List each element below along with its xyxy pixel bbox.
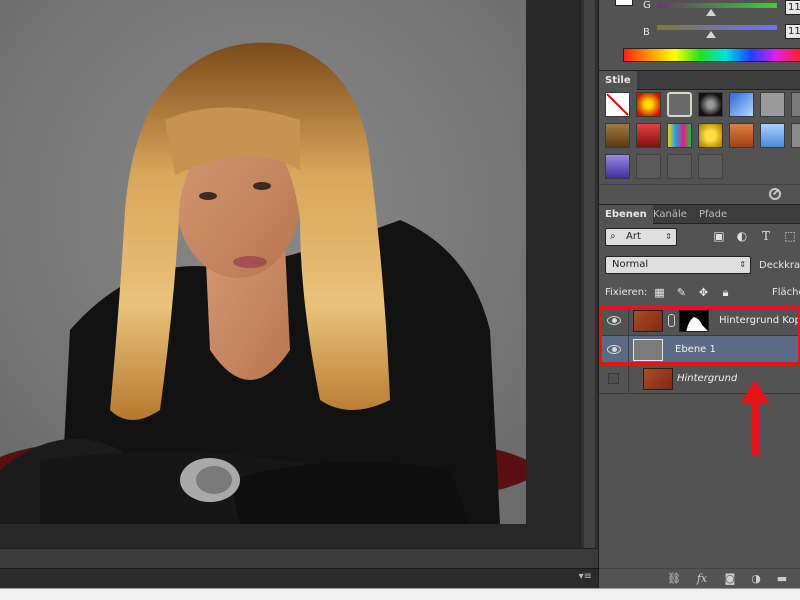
eye-icon xyxy=(607,345,621,354)
style-wood[interactable] xyxy=(605,123,630,148)
channel-label-b: B xyxy=(643,27,650,38)
slider-b-thumb[interactable] xyxy=(706,31,716,38)
style-blue-gloss[interactable] xyxy=(729,92,754,117)
canvas-area[interactable] xyxy=(0,0,580,548)
layer-name[interactable]: Hintergrund xyxy=(677,365,737,393)
style-empty-2[interactable] xyxy=(667,154,692,179)
eye-icon xyxy=(607,316,621,325)
fx-icon[interactable]: fx xyxy=(695,572,709,586)
type-filter-icon[interactable]: T xyxy=(759,229,773,243)
scrollbar-thumb[interactable] xyxy=(584,0,595,548)
link-chain-icon[interactable] xyxy=(668,314,675,327)
style-glow[interactable] xyxy=(636,92,661,117)
filter-kind-value: Art xyxy=(626,231,641,242)
vertical-scrollbar[interactable] xyxy=(580,0,598,548)
style-grey-3[interactable] xyxy=(791,123,800,148)
visibility-toggle[interactable] xyxy=(599,307,629,335)
link-icon[interactable]: ⛓ xyxy=(667,572,681,586)
visibility-toggle[interactable] xyxy=(599,336,629,364)
chevron-updown-icon: ⇕ xyxy=(739,260,746,269)
slider-b-track[interactable] xyxy=(657,25,777,30)
red-arrow-annotation xyxy=(740,380,770,456)
filter-kind-dropdown[interactable]: ⌕ Art ⇕ xyxy=(605,228,677,246)
style-frame[interactable] xyxy=(667,92,692,117)
search-icon: ⌕ xyxy=(610,231,616,242)
status-bar xyxy=(0,548,598,568)
style-sky[interactable] xyxy=(760,123,785,148)
layer-name[interactable]: Ebene 1 xyxy=(675,336,716,364)
style-empty-3[interactable] xyxy=(698,154,723,179)
blend-mode-value: Normal xyxy=(612,259,649,270)
adjustment-filter-icon[interactable]: ◐ xyxy=(735,229,749,243)
layer-mask-thumbnail[interactable] xyxy=(679,310,709,332)
style-grey[interactable] xyxy=(760,92,785,117)
layer-filter-row: ⌕ Art ⇕ ▣ ◐ T ⬚ xyxy=(599,224,800,250)
styles-footer xyxy=(599,184,800,204)
lock-all-icon[interactable]: 🔒︎ xyxy=(719,286,732,299)
opacity-label: Deckkraft: xyxy=(759,260,800,271)
shape-filter-icon[interactable]: ⬚ xyxy=(783,229,797,243)
tab-stile[interactable]: Stile xyxy=(599,71,637,90)
window-bottom-edge xyxy=(0,588,800,600)
style-dark-button[interactable] xyxy=(698,92,723,117)
lock-row: Fixieren: ▦ ✎ ✥ 🔒︎ Fläche: xyxy=(599,282,800,304)
layers-footer: ⛓ fx ◙ ◑ ▬ xyxy=(599,568,800,588)
blend-row: Normal ⇕ Deckkraft: xyxy=(599,252,800,278)
layer-row-hintergrund-kopie[interactable]: Hintergrund Kopie xyxy=(599,307,800,336)
slider-g-thumb[interactable] xyxy=(706,9,716,16)
style-grey-2[interactable] xyxy=(791,92,800,117)
panel-menu-icon[interactable]: ▾≡ xyxy=(579,571,592,582)
mask-icon[interactable]: ◙ xyxy=(723,572,737,586)
portrait-photo xyxy=(0,0,526,524)
color-spectrum-bar[interactable] xyxy=(623,48,800,62)
channel-label-g: G xyxy=(643,0,651,11)
folder-icon[interactable]: ▬ xyxy=(775,572,789,586)
lock-move-icon[interactable]: ✥ xyxy=(697,286,710,299)
document-photo[interactable] xyxy=(0,0,526,524)
tab-pfade[interactable]: Pfade xyxy=(693,205,733,224)
style-purple[interactable] xyxy=(605,154,630,179)
timeline-strip: ▾≡ xyxy=(0,568,598,588)
layer-name[interactable]: Hintergrund Kopie xyxy=(719,307,800,335)
no-style-icon[interactable] xyxy=(769,188,781,200)
photoshop-window: ▾≡ G 117 B 117 Stile xyxy=(0,0,800,600)
channel-value-b[interactable]: 117 xyxy=(785,24,800,39)
visibility-toggle[interactable] xyxy=(599,365,629,393)
style-red-stripes[interactable] xyxy=(636,123,661,148)
style-gold[interactable] xyxy=(698,123,723,148)
right-panel-dock: G 117 B 117 Stile xyxy=(598,0,800,588)
layer-thumbnail xyxy=(633,339,663,361)
layer-thumbnail xyxy=(643,368,673,390)
chevron-updown-icon: ⇕ xyxy=(665,232,672,241)
foreground-swatch[interactable] xyxy=(615,0,633,6)
layer-thumbnail xyxy=(633,310,663,332)
tab-kanaele[interactable]: Kanäle xyxy=(647,205,693,224)
channel-value-g[interactable]: 117 xyxy=(785,0,800,15)
slider-g-track[interactable] xyxy=(657,3,777,8)
style-empty-1[interactable] xyxy=(636,154,661,179)
image-filter-icon[interactable]: ▣ xyxy=(712,229,726,243)
styles-grid xyxy=(599,90,800,184)
adjustment-icon[interactable]: ◑ xyxy=(749,572,763,586)
blend-mode-dropdown[interactable]: Normal ⇕ xyxy=(605,256,751,274)
fill-label: Fläche: xyxy=(772,287,800,298)
style-orange[interactable] xyxy=(729,123,754,148)
color-panel: G 117 B 117 xyxy=(599,0,800,70)
style-multicolor[interactable] xyxy=(667,123,692,148)
tab-ebenen[interactable]: Ebenen xyxy=(599,205,653,224)
layers-tabbar: Ebenen Kanäle Pfade xyxy=(599,204,800,224)
hidden-eye-box xyxy=(608,373,619,384)
styles-tabbar: Stile xyxy=(599,70,800,90)
style-none[interactable] xyxy=(605,92,630,117)
lock-label: Fixieren: xyxy=(605,287,648,298)
layer-row-ebene-1[interactable]: Ebene 1 xyxy=(599,336,800,365)
lock-transparency-icon[interactable]: ▦ xyxy=(653,286,666,299)
lock-brush-icon[interactable]: ✎ xyxy=(675,286,688,299)
